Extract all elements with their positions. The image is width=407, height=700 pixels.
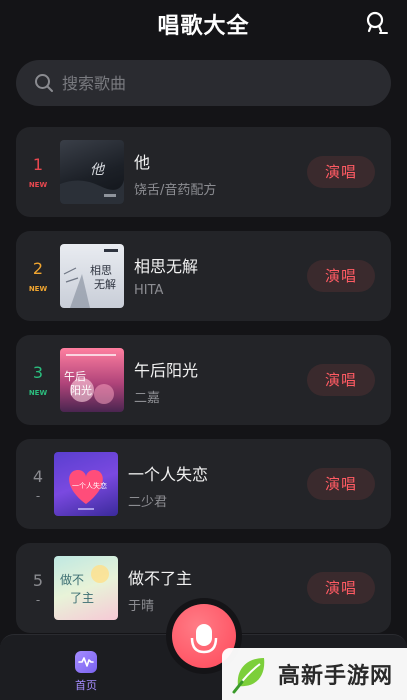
svg-text:午后: 午后 xyxy=(64,370,86,383)
sing-button[interactable]: 演唱 xyxy=(307,468,375,500)
search-icon xyxy=(34,73,54,93)
watermark-text: 高新手游网 xyxy=(278,664,394,689)
tab-home[interactable]: 首页 xyxy=(64,651,108,693)
singer-name: 饶舌/音药配方 xyxy=(134,183,217,198)
song-title: 做不了主 xyxy=(128,569,193,588)
song-title: 相思无解 xyxy=(134,257,199,276)
song-title: 一个人失恋 xyxy=(128,465,209,484)
song-title: 他 xyxy=(134,153,151,172)
waveform-icon xyxy=(75,651,97,673)
cover-text: 他 xyxy=(90,162,106,178)
page-title: 唱歌大全 xyxy=(157,14,250,39)
svg-text:无解: 无解 xyxy=(94,277,116,291)
album-cover: 相思 无解 xyxy=(60,244,124,308)
sing-button[interactable]: 演唱 xyxy=(307,572,375,604)
rank-tag: NEW xyxy=(28,285,48,293)
album-cover: 一个人失恋 xyxy=(54,452,118,516)
svg-text:了主: 了主 xyxy=(70,591,94,605)
svg-text:相思: 相思 xyxy=(90,264,112,277)
singer-name: 于晴 xyxy=(128,599,155,614)
search-input[interactable] xyxy=(62,73,352,93)
svg-text:阳光: 阳光 xyxy=(70,383,92,397)
rank-number: 1 xyxy=(32,155,44,174)
app-header: 唱歌大全 xyxy=(0,0,407,48)
tab-home-label: 首页 xyxy=(75,679,97,692)
search-bar[interactable] xyxy=(16,60,391,106)
leaf-logo-icon xyxy=(232,658,265,694)
song-title: 午后阳光 xyxy=(134,361,199,380)
song-card-3[interactable]: 3 NEW 午后 阳光 午后阳光 二嘉 演唱 xyxy=(16,335,391,425)
sing-button[interactable]: 演唱 xyxy=(307,260,375,292)
sing-button[interactable]: 演唱 xyxy=(307,364,375,396)
song-card-4[interactable]: 4 - 一个人失恋 一个人失恋 二少君 演唱 xyxy=(16,439,391,529)
album-cover: 午后 阳光 xyxy=(60,348,124,412)
song-card-1[interactable]: 1 NEW 他 他 饶舌/音药配方 演唱 xyxy=(16,127,391,217)
microphone-icon[interactable] xyxy=(363,10,389,36)
watermark-logo: 高新手游网 xyxy=(222,648,407,700)
singer-name: 二嘉 xyxy=(134,391,161,406)
svg-text:做不: 做不 xyxy=(60,572,84,587)
rank-number: 2 xyxy=(32,259,44,278)
svg-text:一个人失恋: 一个人失恋 xyxy=(72,481,107,490)
song-card-2[interactable]: 2 NEW 相思 无解 相思无解 HITA 演唱 xyxy=(16,231,391,321)
sing-button[interactable]: 演唱 xyxy=(307,156,375,188)
singer-name: HITA xyxy=(134,283,164,298)
rank-tag: NEW xyxy=(28,181,48,189)
album-cover: 做不 了主 xyxy=(54,556,118,620)
album-cover: 他 xyxy=(60,140,124,204)
rank-number: 3 xyxy=(32,363,44,382)
rank-tag: NEW xyxy=(28,389,48,397)
singer-name: 二少君 xyxy=(128,495,168,510)
